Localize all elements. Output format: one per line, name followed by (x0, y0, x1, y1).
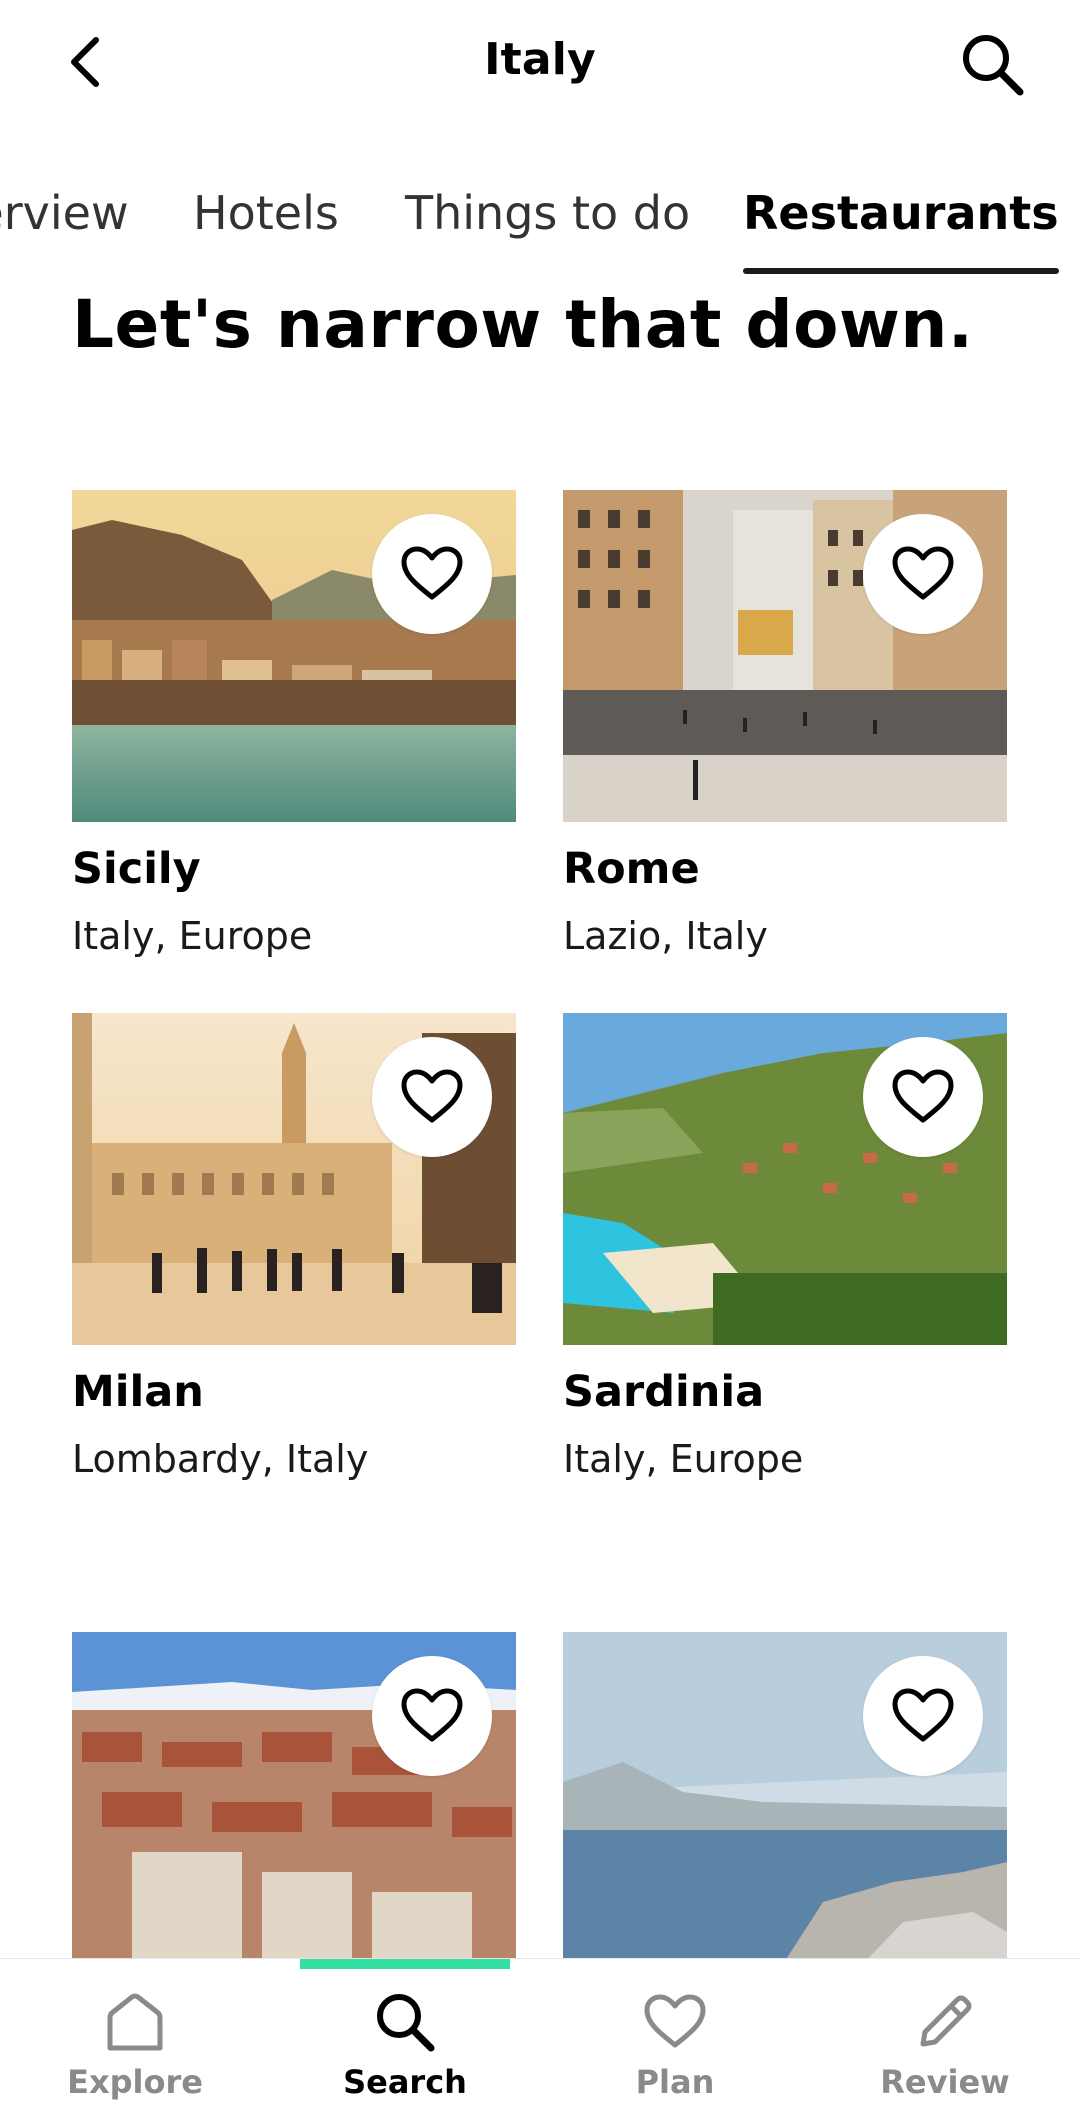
search-icon (963, 35, 1024, 96)
tab-bar: Overview Hotels Things to do Restaurants (0, 178, 1080, 274)
destination-card-milan[interactable]: Milan Lombardy, Italy (72, 1013, 516, 1481)
tab-overview[interactable]: Overview (0, 178, 129, 274)
tab-restaurants[interactable]: Restaurants (743, 178, 1059, 274)
nav-label: Search (343, 2063, 467, 2101)
destination-photo (563, 1632, 1007, 1964)
heart-icon (892, 1688, 954, 1742)
heart-icon (892, 546, 954, 600)
active-tab-indicator (300, 1959, 510, 1969)
nav-label: Plan (635, 2063, 715, 2101)
heart-icon (401, 1688, 463, 1742)
destination-card-6[interactable] (563, 1632, 1007, 1964)
destination-photo (72, 1632, 516, 1964)
heart-icon (401, 1069, 463, 1123)
destination-photo (72, 1013, 516, 1345)
save-button[interactable] (372, 1037, 492, 1157)
nav-label: Review (880, 2063, 1010, 2101)
home-icon (107, 1993, 163, 2051)
destination-card-5[interactable] (72, 1632, 516, 1964)
heart-icon (892, 1069, 954, 1123)
nav-plan[interactable]: Plan (540, 1989, 810, 2101)
nav-search[interactable]: Search (270, 1989, 540, 2101)
destination-card-rome[interactable]: Rome Lazio, Italy (563, 490, 1007, 958)
destination-name: Rome (563, 844, 700, 894)
save-button[interactable] (863, 514, 983, 634)
save-button[interactable] (372, 1656, 492, 1776)
search-icon (377, 1994, 435, 2052)
destination-photo (72, 490, 516, 822)
destination-name: Sardinia (563, 1367, 765, 1417)
destination-photo (563, 490, 1007, 822)
destination-region: Italy, Europe (563, 1437, 804, 1481)
destination-name: Sicily (72, 844, 201, 894)
destination-region: Italy, Europe (72, 914, 313, 958)
destination-photo (563, 1013, 1007, 1345)
nav-label: Explore (67, 2063, 203, 2101)
heart-icon (401, 546, 463, 600)
save-button[interactable] (863, 1037, 983, 1157)
destination-card-sicily[interactable]: Sicily Italy, Europe (72, 490, 516, 958)
destination-region: Lazio, Italy (563, 914, 768, 958)
bottom-nav: Explore Search Plan Review (0, 1958, 1080, 2118)
search-button[interactable] (956, 28, 1030, 102)
destination-region: Lombardy, Italy (72, 1437, 369, 1481)
destination-name: Milan (72, 1367, 204, 1417)
tab-hotels[interactable]: Hotels (193, 178, 339, 274)
nav-explore[interactable]: Explore (0, 1989, 270, 2101)
heart-icon (644, 1994, 706, 2048)
pencil-icon (920, 1995, 972, 2047)
section-heading: Let's narrow that down. (72, 286, 974, 363)
page-title: Italy (484, 34, 596, 85)
save-button[interactable] (863, 1656, 983, 1776)
nav-review[interactable]: Review (810, 1989, 1080, 2101)
save-button[interactable] (372, 514, 492, 634)
top-bar: Italy (0, 0, 1080, 130)
destination-card-sardinia[interactable]: Sardinia Italy, Europe (563, 1013, 1007, 1481)
tab-things-to-do[interactable]: Things to do (405, 178, 690, 274)
